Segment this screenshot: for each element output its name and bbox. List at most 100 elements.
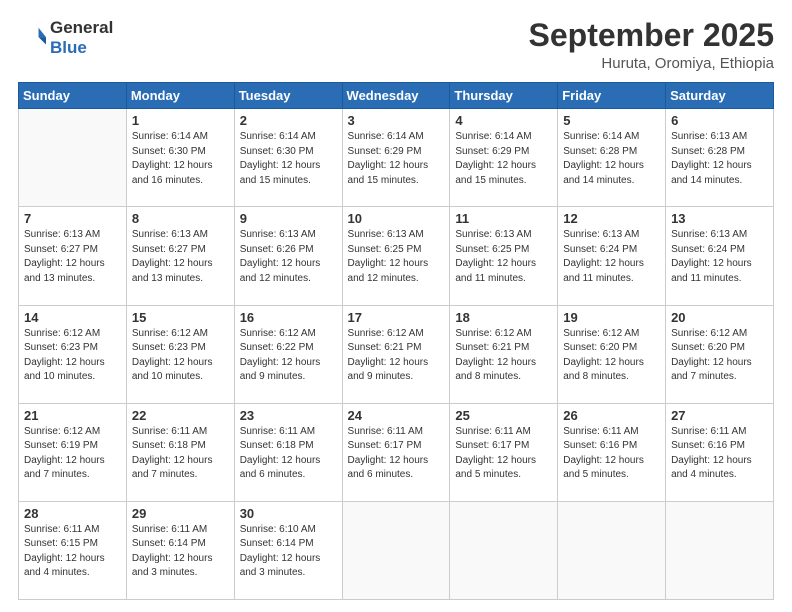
day-number: 9 bbox=[240, 211, 337, 226]
calendar-cell: 24 Sunrise: 6:11 AM Sunset: 6:17 PM Dayli… bbox=[342, 403, 450, 501]
calendar-week-row: 28Sunrise: 6:11 AM Sunset: 6:15 PM Dayli… bbox=[19, 501, 774, 599]
day-info: Sunrise: 6:13 AM Sunset: 6:25 PM Dayligh… bbox=[348, 228, 445, 286]
day-number: 10 bbox=[348, 211, 445, 226]
calendar-cell: 20 Sunrise: 6:12 AM Sunset: 6:20 PM Dayli… bbox=[666, 305, 774, 403]
day-info: Sunrise: 6:12 AM Sunset: 6:20 PM Dayligh… bbox=[563, 327, 660, 385]
day-number: 23 bbox=[240, 408, 337, 423]
day-number: 21 bbox=[24, 408, 121, 423]
calendar-cell: 10 Sunrise: 6:13 AM Sunset: 6:25 PM Dayli… bbox=[342, 207, 450, 305]
day-number: 17 bbox=[348, 310, 445, 325]
day-number: 16 bbox=[240, 310, 337, 325]
day-info: Sunrise: 6:12 AM Sunset: 6:23 PM Dayligh… bbox=[24, 327, 121, 385]
day-number: 27 bbox=[671, 408, 768, 423]
calendar-cell: 29 Sunrise: 6:11 AM Sunset: 6:14 PM Dayli… bbox=[126, 501, 234, 599]
day-number: 6 bbox=[671, 113, 768, 128]
day-info: Sunrise: 6:12 AM Sunset: 6:20 PM Dayligh… bbox=[671, 327, 768, 385]
day-info: Sunrise: 6:14 AM Sunset: 6:30 PM Dayligh… bbox=[240, 130, 337, 188]
calendar-cell: 23 Sunrise: 6:11 AM Sunset: 6:18 PM Dayli… bbox=[234, 403, 342, 501]
calendar-cell bbox=[450, 501, 558, 599]
day-info: Sunrise: 6:12 AM Sunset: 6:22 PM Dayligh… bbox=[240, 327, 337, 385]
calendar-table: SundayMondayTuesdayWednesdayThursdayFrid… bbox=[18, 82, 774, 600]
logo-text: General Blue bbox=[50, 18, 113, 57]
day-info: Sunrise: 6:13 AM Sunset: 6:27 PM Dayligh… bbox=[132, 228, 229, 286]
calendar-cell bbox=[342, 501, 450, 599]
day-number: 12 bbox=[563, 211, 660, 226]
day-info: Sunrise: 6:13 AM Sunset: 6:24 PM Dayligh… bbox=[563, 228, 660, 286]
weekday-header: Sunday bbox=[19, 83, 127, 109]
calendar-cell: 7 Sunrise: 6:13 AM Sunset: 6:27 PM Daylig… bbox=[19, 207, 127, 305]
day-info: Sunrise: 6:12 AM Sunset: 6:23 PM Dayligh… bbox=[132, 327, 229, 385]
calendar-cell: 6 Sunrise: 6:13 AM Sunset: 6:28 PM Daylig… bbox=[666, 109, 774, 207]
calendar-header-row: SundayMondayTuesdayWednesdayThursdayFrid… bbox=[19, 83, 774, 109]
calendar-week-row: 14Sunrise: 6:12 AM Sunset: 6:23 PM Dayli… bbox=[19, 305, 774, 403]
calendar-cell: 21 Sunrise: 6:12 AM Sunset: 6:19 PM Dayli… bbox=[19, 403, 127, 501]
day-info: Sunrise: 6:13 AM Sunset: 6:24 PM Dayligh… bbox=[671, 228, 768, 286]
day-number: 26 bbox=[563, 408, 660, 423]
day-number: 29 bbox=[132, 506, 229, 521]
day-info: Sunrise: 6:14 AM Sunset: 6:29 PM Dayligh… bbox=[455, 130, 552, 188]
day-number: 30 bbox=[240, 506, 337, 521]
calendar-cell: 16 Sunrise: 6:12 AM Sunset: 6:22 PM Dayli… bbox=[234, 305, 342, 403]
calendar-cell: 15 Sunrise: 6:12 AM Sunset: 6:23 PM Dayli… bbox=[126, 305, 234, 403]
page: General Blue September 2025 Huruta, Orom… bbox=[0, 0, 792, 612]
calendar-cell bbox=[19, 109, 127, 207]
calendar-cell: 22 Sunrise: 6:11 AM Sunset: 6:18 PM Dayli… bbox=[126, 403, 234, 501]
day-info: Sunrise: 6:13 AM Sunset: 6:25 PM Dayligh… bbox=[455, 228, 552, 286]
day-info: Sunrise: 6:12 AM Sunset: 6:19 PM Dayligh… bbox=[24, 425, 121, 483]
calendar-cell: 17 Sunrise: 6:12 AM Sunset: 6:21 PM Dayli… bbox=[342, 305, 450, 403]
day-info: Sunrise: 6:14 AM Sunset: 6:28 PM Dayligh… bbox=[563, 130, 660, 188]
day-number: 3 bbox=[348, 113, 445, 128]
day-info: Sunrise: 6:11 AM Sunset: 6:16 PM Dayligh… bbox=[563, 425, 660, 483]
calendar-cell: 30 Sunrise: 6:10 AM Sunset: 6:14 PM Dayli… bbox=[234, 501, 342, 599]
day-number: 8 bbox=[132, 211, 229, 226]
day-number: 4 bbox=[455, 113, 552, 128]
calendar-cell: 5 Sunrise: 6:14 AM Sunset: 6:28 PM Daylig… bbox=[558, 109, 666, 207]
day-info: Sunrise: 6:11 AM Sunset: 6:15 PM Dayligh… bbox=[24, 523, 121, 581]
day-info: Sunrise: 6:11 AM Sunset: 6:18 PM Dayligh… bbox=[132, 425, 229, 483]
calendar-week-row: 1Sunrise: 6:14 AM Sunset: 6:30 PM Daylig… bbox=[19, 109, 774, 207]
calendar-cell bbox=[558, 501, 666, 599]
day-info: Sunrise: 6:11 AM Sunset: 6:16 PM Dayligh… bbox=[671, 425, 768, 483]
day-number: 5 bbox=[563, 113, 660, 128]
weekday-header: Saturday bbox=[666, 83, 774, 109]
day-info: Sunrise: 6:13 AM Sunset: 6:28 PM Dayligh… bbox=[671, 130, 768, 188]
calendar-cell: 4 Sunrise: 6:14 AM Sunset: 6:29 PM Daylig… bbox=[450, 109, 558, 207]
day-info: Sunrise: 6:11 AM Sunset: 6:17 PM Dayligh… bbox=[455, 425, 552, 483]
day-number: 22 bbox=[132, 408, 229, 423]
calendar-week-row: 21 Sunrise: 6:12 AM Sunset: 6:19 PM Dayli… bbox=[19, 403, 774, 501]
calendar-cell: 28Sunrise: 6:11 AM Sunset: 6:15 PM Dayli… bbox=[19, 501, 127, 599]
day-number: 18 bbox=[455, 310, 552, 325]
day-info: Sunrise: 6:14 AM Sunset: 6:30 PM Dayligh… bbox=[132, 130, 229, 188]
day-info: Sunrise: 6:10 AM Sunset: 6:14 PM Dayligh… bbox=[240, 523, 337, 581]
calendar-cell: 11 Sunrise: 6:13 AM Sunset: 6:25 PM Dayli… bbox=[450, 207, 558, 305]
top-section: General Blue September 2025 Huruta, Orom… bbox=[18, 18, 774, 72]
day-number: 15 bbox=[132, 310, 229, 325]
day-number: 25 bbox=[455, 408, 552, 423]
day-number: 24 bbox=[348, 408, 445, 423]
weekday-header: Monday bbox=[126, 83, 234, 109]
logo: General Blue bbox=[18, 18, 113, 57]
calendar-cell bbox=[666, 501, 774, 599]
logo-icon bbox=[18, 24, 46, 52]
day-number: 20 bbox=[671, 310, 768, 325]
calendar-cell: 3Sunrise: 6:14 AM Sunset: 6:29 PM Daylig… bbox=[342, 109, 450, 207]
day-number: 7 bbox=[24, 211, 121, 226]
day-info: Sunrise: 6:11 AM Sunset: 6:17 PM Dayligh… bbox=[348, 425, 445, 483]
calendar-cell: 25 Sunrise: 6:11 AM Sunset: 6:17 PM Dayli… bbox=[450, 403, 558, 501]
calendar-cell: 26 Sunrise: 6:11 AM Sunset: 6:16 PM Dayli… bbox=[558, 403, 666, 501]
day-number: 13 bbox=[671, 211, 768, 226]
day-number: 11 bbox=[455, 211, 552, 226]
calendar-cell: 18Sunrise: 6:12 AM Sunset: 6:21 PM Dayli… bbox=[450, 305, 558, 403]
day-info: Sunrise: 6:11 AM Sunset: 6:14 PM Dayligh… bbox=[132, 523, 229, 581]
weekday-header: Thursday bbox=[450, 83, 558, 109]
day-info: Sunrise: 6:13 AM Sunset: 6:27 PM Dayligh… bbox=[24, 228, 121, 286]
calendar-cell: 12 Sunrise: 6:13 AM Sunset: 6:24 PM Dayli… bbox=[558, 207, 666, 305]
calendar-cell: 19Sunrise: 6:12 AM Sunset: 6:20 PM Dayli… bbox=[558, 305, 666, 403]
weekday-header: Wednesday bbox=[342, 83, 450, 109]
calendar-cell: 8 Sunrise: 6:13 AM Sunset: 6:27 PM Daylig… bbox=[126, 207, 234, 305]
day-info: Sunrise: 6:12 AM Sunset: 6:21 PM Dayligh… bbox=[348, 327, 445, 385]
calendar-cell: 2Sunrise: 6:14 AM Sunset: 6:30 PM Daylig… bbox=[234, 109, 342, 207]
day-info: Sunrise: 6:11 AM Sunset: 6:18 PM Dayligh… bbox=[240, 425, 337, 483]
calendar-cell: 9Sunrise: 6:13 AM Sunset: 6:26 PM Daylig… bbox=[234, 207, 342, 305]
title-block: September 2025 Huruta, Oromiya, Ethiopia bbox=[529, 18, 774, 72]
